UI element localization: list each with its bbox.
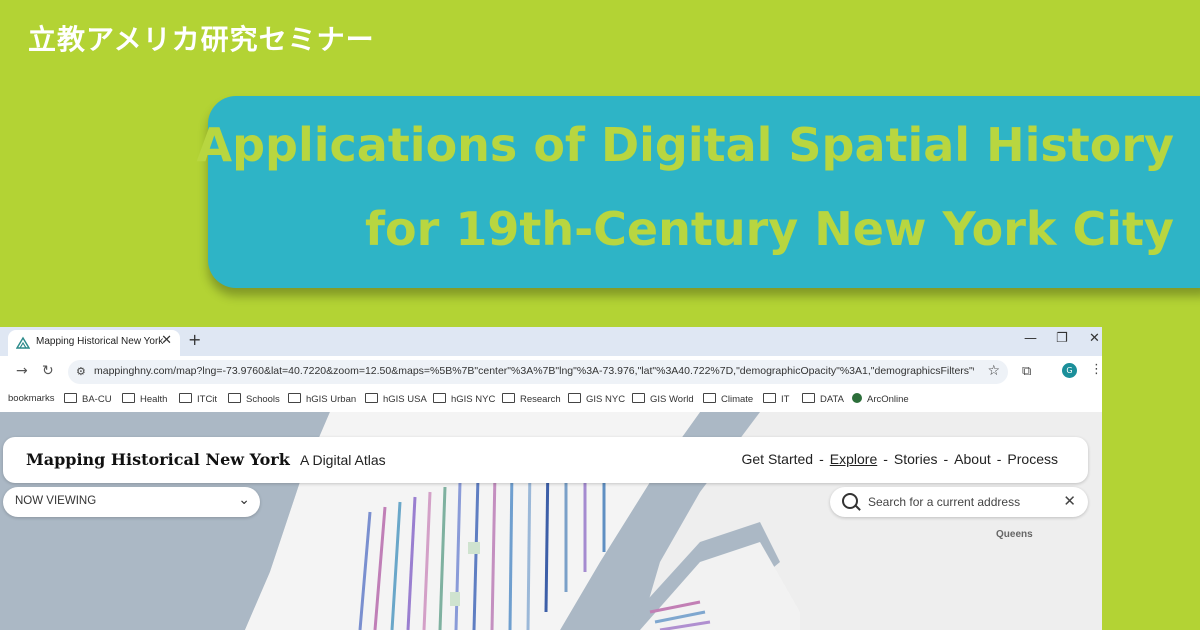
folder-icon (763, 393, 776, 403)
map-label-queens: Queens (996, 529, 1033, 540)
minimize-icon[interactable]: — (1024, 331, 1037, 346)
map-view[interactable]: Mapping Historical New York A Digital At… (0, 412, 1102, 630)
bookmark-folder[interactable]: ITCit (179, 393, 217, 405)
search-icon (842, 493, 858, 509)
talk-title-line-1: Applications of Digital Spatial History (196, 118, 1174, 172)
bookmark-folder[interactable]: IT (763, 393, 789, 405)
atlas-header: Mapping Historical New York A Digital At… (3, 437, 1088, 483)
now-viewing-dropdown[interactable]: NOW VIEWING ⌄ (3, 487, 260, 517)
bookmark-folder[interactable]: Research (502, 393, 561, 405)
nav-get-started[interactable]: Get Started (742, 451, 814, 467)
address-search-box[interactable]: ✕ (830, 487, 1088, 517)
bookmark-folder[interactable]: Schools (228, 393, 280, 405)
browser-tab-active[interactable]: Mapping Historical New York ✕ (8, 330, 180, 356)
nav-separator: - (943, 451, 949, 467)
folder-icon (568, 393, 581, 403)
omnibox[interactable]: ⚙ mappinghny.com/map?lng=-73.9760&lat=40… (68, 360, 1008, 384)
site-favicon-icon (16, 336, 30, 349)
nav-separator: - (883, 451, 888, 467)
atlas-nav: Get Started - Explore - Stories - About - Proces… (742, 451, 1059, 467)
bookmark-star-icon[interactable]: ☆ (987, 363, 1000, 379)
bookmark-folder[interactable]: Climate (703, 393, 753, 405)
bookmark-folder[interactable]: BA-CU (64, 393, 112, 405)
nav-separator: - (819, 451, 824, 467)
url-text[interactable]: mappinghny.com/map?lng=-73.9760&lat=40.7… (94, 365, 974, 377)
globe-icon (852, 393, 862, 403)
address-search-input[interactable] (866, 494, 1060, 510)
folder-icon (228, 393, 241, 403)
bookmark-folder[interactable]: hGIS Urban (288, 393, 356, 405)
folder-icon (703, 393, 716, 403)
talk-title-line-2: for 19th-Century New York City (365, 202, 1174, 256)
nav-process[interactable]: Process (1007, 451, 1058, 467)
nav-separator: - (996, 451, 1002, 467)
bookmark-item[interactable]: bookmarks (8, 393, 54, 404)
bookmarks-bar: bookmarks BA-CU Health ITCit Schools hGI… (0, 388, 1102, 412)
extensions-icon[interactable]: ⧉ (1022, 364, 1031, 379)
atlas-subtitle: A Digital Atlas (300, 452, 386, 468)
bookmark-folder[interactable]: Health (122, 393, 167, 405)
nav-explore[interactable]: Explore (830, 451, 877, 467)
folder-icon (365, 393, 378, 403)
forward-icon[interactable]: → (16, 363, 28, 379)
bookmark-folder[interactable]: hGIS NYC (433, 393, 495, 405)
close-window-icon[interactable]: ✕ (1089, 331, 1100, 346)
folder-icon (64, 393, 77, 403)
folder-icon (802, 393, 815, 403)
tab-title: Mapping Historical New York (36, 336, 164, 347)
site-settings-icon[interactable]: ⚙ (76, 365, 86, 378)
atlas-title[interactable]: Mapping Historical New York (26, 450, 290, 469)
bookmark-folder[interactable]: hGIS USA (365, 393, 427, 405)
browser-menu-icon[interactable]: ⋮ (1090, 362, 1102, 377)
restore-icon[interactable]: ❐ (1056, 331, 1068, 346)
bookmark-folder[interactable]: GIS World (632, 393, 694, 405)
reload-icon[interactable]: ↻ (42, 363, 54, 379)
profile-avatar[interactable]: G (1062, 363, 1077, 378)
folder-icon (433, 393, 446, 403)
address-bar: → ↻ ⚙ mappinghny.com/map?lng=-73.9760&la… (0, 356, 1102, 388)
clear-search-icon[interactable]: ✕ (1063, 492, 1076, 510)
nav-stories[interactable]: Stories (894, 451, 938, 467)
tab-close-icon[interactable]: ✕ (161, 333, 172, 348)
bookmark-item[interactable]: ArcOnline (852, 393, 909, 405)
folder-icon (179, 393, 192, 403)
folder-icon (632, 393, 645, 403)
seminar-title: 立教アメリカ研究セミナー (28, 23, 375, 56)
talk-title-box: Applications of Digital Spatial History … (197, 96, 1200, 288)
now-viewing-label: NOW VIEWING (15, 495, 97, 507)
browser-window: Mapping Historical New York ✕ + — ❐ ✕ → … (0, 327, 1102, 630)
folder-icon (502, 393, 515, 403)
bookmark-folder[interactable]: GIS NYC (568, 393, 625, 405)
tab-bar: Mapping Historical New York ✕ + — ❐ ✕ (0, 327, 1102, 356)
folder-icon (288, 393, 301, 403)
chevron-down-icon: ⌄ (238, 492, 250, 508)
nav-about[interactable]: About (954, 451, 991, 467)
bookmark-folder[interactable]: DATA (802, 393, 844, 405)
new-tab-button[interactable]: + (188, 330, 201, 349)
folder-icon (122, 393, 135, 403)
